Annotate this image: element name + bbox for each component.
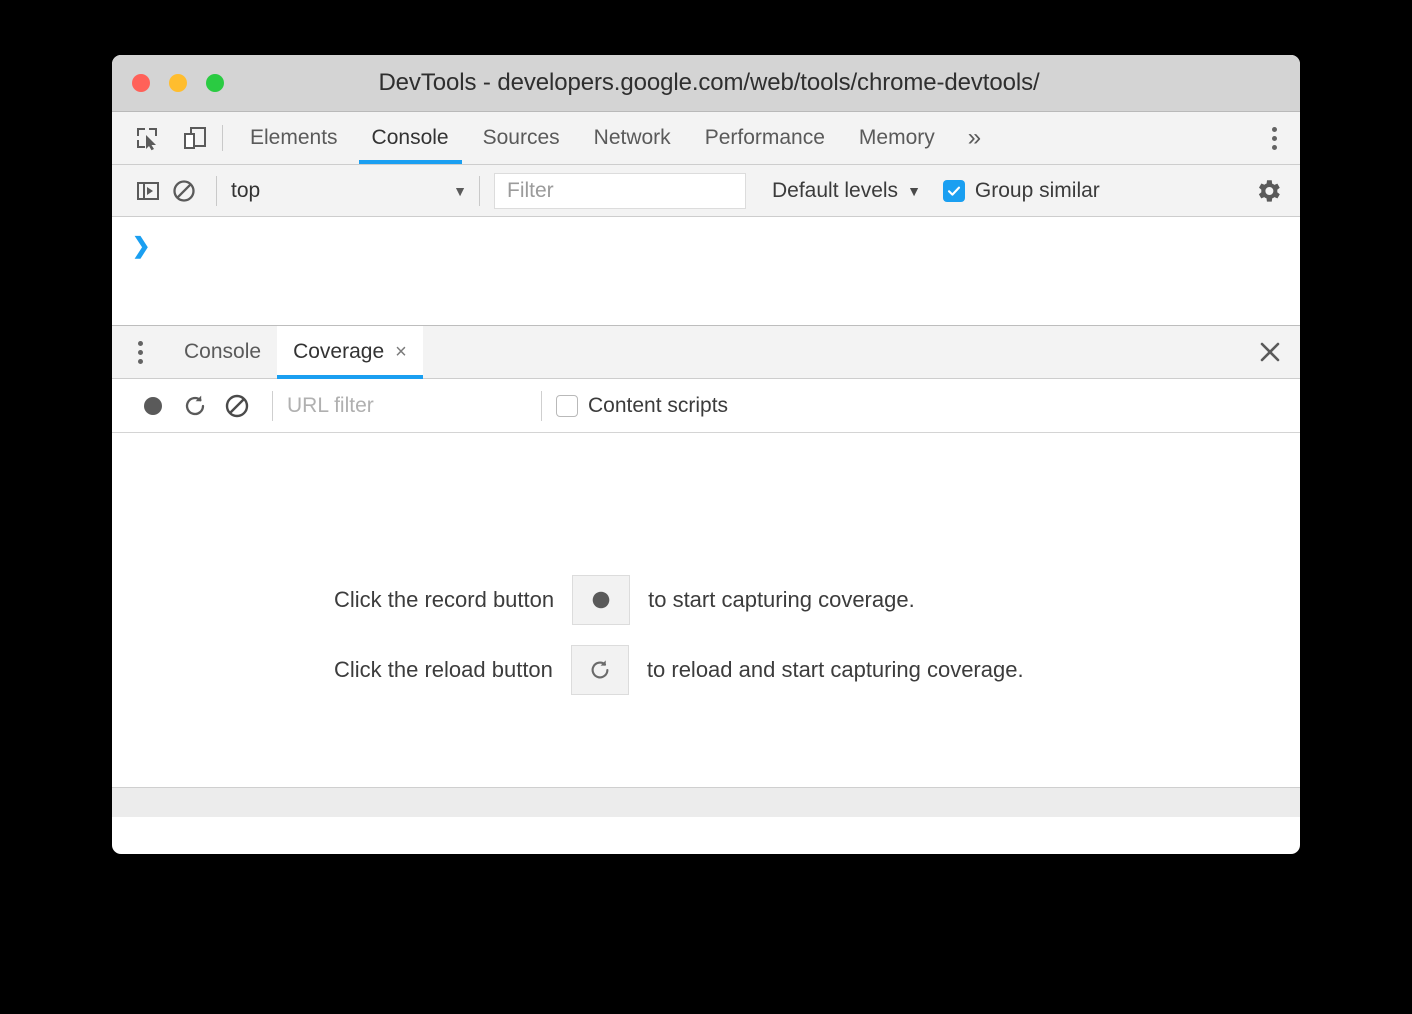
check-icon bbox=[947, 186, 960, 196]
console-prompt-chevron-icon: ❯ bbox=[132, 233, 151, 258]
devtools-window: DevTools - developers.google.com/web/too… bbox=[112, 55, 1300, 854]
minimize-window-button[interactable] bbox=[169, 74, 187, 92]
close-icon bbox=[1260, 342, 1280, 362]
coverage-hint-record: Click the record button to start capturi… bbox=[334, 575, 1300, 625]
close-drawer-button[interactable] bbox=[1240, 326, 1300, 378]
reload-icon bbox=[591, 660, 609, 679]
inspect-element-button[interactable] bbox=[130, 121, 164, 155]
coverage-record-button[interactable] bbox=[132, 387, 174, 425]
clear-console-icon bbox=[173, 179, 195, 202]
clear-console-button[interactable] bbox=[166, 173, 202, 209]
drawer-tab-coverage-label: Coverage bbox=[293, 340, 385, 363]
console-sidebar-icon bbox=[137, 181, 159, 200]
device-toolbar-icon bbox=[184, 127, 206, 149]
coverage-clear-button[interactable] bbox=[216, 387, 258, 425]
window-status-strip bbox=[112, 787, 1300, 817]
more-tabs-button[interactable]: » bbox=[952, 112, 997, 164]
toggle-device-toolbar-button[interactable] bbox=[178, 121, 212, 155]
devtools-settings-button[interactable] bbox=[1236, 176, 1300, 206]
console-filter-placeholder: Filter bbox=[507, 178, 554, 202]
inspect-element-icon bbox=[137, 128, 157, 151]
coverage-toolbar: URL filter Content scripts bbox=[112, 379, 1300, 433]
chevron-down-icon: ▼ bbox=[907, 182, 921, 199]
content-scripts-label: Content scripts bbox=[588, 393, 729, 417]
gear-icon bbox=[1258, 179, 1280, 202]
group-similar-checkbox-group[interactable]: Group similar bbox=[942, 178, 1100, 203]
reload-icon bbox=[185, 395, 205, 415]
inspect-tools-group bbox=[112, 112, 222, 164]
coverage-empty-state: Click the record button to start capturi… bbox=[112, 433, 1300, 787]
coverage-hint-reload-chip[interactable] bbox=[570, 645, 629, 695]
title-bar: DevTools - developers.google.com/web/too… bbox=[112, 55, 1300, 112]
drawer-tab-coverage[interactable]: Coverage × bbox=[277, 326, 423, 379]
tab-elements[interactable]: Elements bbox=[233, 112, 355, 164]
window-title: DevTools - developers.google.com/web/too… bbox=[378, 69, 1040, 96]
execution-context-value: top bbox=[231, 178, 261, 202]
chevron-down-icon: ▼ bbox=[453, 182, 467, 199]
vertical-dots-icon bbox=[1271, 126, 1277, 150]
log-levels-select[interactable]: Default levels ▼ bbox=[772, 179, 921, 203]
group-similar-checkbox[interactable] bbox=[942, 179, 965, 202]
vertical-dots-icon bbox=[137, 340, 143, 364]
tab-sources-label: Sources bbox=[482, 126, 560, 149]
chevron-double-right-icon: » bbox=[967, 124, 982, 151]
console-filter-input[interactable]: Filter bbox=[494, 172, 746, 209]
tab-strip-right bbox=[1247, 112, 1300, 164]
close-coverage-tab-icon[interactable]: × bbox=[395, 341, 407, 364]
tab-memory-label: Memory bbox=[858, 126, 935, 149]
drawer-menu-button[interactable] bbox=[112, 326, 168, 378]
coverage-reload-button[interactable] bbox=[174, 387, 216, 425]
coverage-toolbar-divider-2 bbox=[541, 390, 542, 421]
close-window-button[interactable] bbox=[132, 74, 150, 92]
coverage-url-filter-placeholder: URL filter bbox=[287, 393, 374, 417]
tab-console-label: Console bbox=[371, 126, 449, 149]
tab-network[interactable]: Network bbox=[577, 112, 688, 164]
main-tab-strip: Elements Console Sources Network Perform… bbox=[112, 112, 1300, 165]
traffic-light-group bbox=[132, 74, 224, 92]
tab-memory[interactable]: Memory bbox=[842, 112, 952, 164]
drawer-tab-console[interactable]: Console bbox=[168, 326, 277, 378]
coverage-url-filter-input[interactable]: URL filter bbox=[287, 394, 527, 418]
coverage-hint-record-lead: Click the record button bbox=[334, 587, 555, 612]
coverage-hint-reload-lead: Click the reload button bbox=[334, 657, 553, 682]
group-similar-label: Group similar bbox=[974, 178, 1100, 202]
toolbar-divider bbox=[222, 125, 223, 151]
drawer-tab-bar: Console Coverage × bbox=[112, 325, 1300, 379]
zoom-window-button[interactable] bbox=[206, 74, 224, 92]
tab-elements-label: Elements bbox=[250, 126, 338, 149]
console-output-area[interactable]: ❯ bbox=[112, 217, 1300, 325]
record-icon bbox=[144, 396, 162, 415]
console-toolbar-divider-2 bbox=[479, 175, 480, 206]
main-menu-button[interactable] bbox=[1248, 112, 1300, 164]
clear-icon bbox=[225, 394, 249, 417]
console-sidebar-button[interactable] bbox=[130, 173, 166, 209]
coverage-hint-reload: Click the reload button to reload and st… bbox=[334, 645, 1300, 695]
tab-performance[interactable]: Performance bbox=[688, 112, 842, 164]
tab-console[interactable]: Console bbox=[355, 112, 466, 164]
console-toolbar: top ▼ Filter Default levels ▼ Group simi… bbox=[112, 165, 1300, 217]
coverage-hint-reload-tail: to reload and start capturing coverage. bbox=[646, 657, 1024, 682]
tab-performance-label: Performance bbox=[704, 126, 825, 149]
coverage-hint-record-chip[interactable] bbox=[572, 575, 631, 625]
coverage-toolbar-divider-1 bbox=[272, 390, 273, 421]
record-icon bbox=[592, 591, 610, 609]
execution-context-select[interactable]: top ▼ bbox=[217, 179, 479, 203]
tab-network-label: Network bbox=[593, 126, 671, 149]
coverage-hint-record-tail: to start capturing coverage. bbox=[648, 587, 915, 612]
tab-sources[interactable]: Sources bbox=[466, 112, 577, 164]
content-scripts-checkbox-group[interactable]: Content scripts bbox=[556, 394, 728, 418]
content-scripts-checkbox[interactable] bbox=[556, 394, 578, 417]
log-levels-label: Default levels bbox=[772, 178, 899, 202]
drawer-tab-console-label: Console bbox=[184, 340, 262, 363]
panel-tabs: Elements Console Sources Network Perform… bbox=[233, 112, 997, 164]
